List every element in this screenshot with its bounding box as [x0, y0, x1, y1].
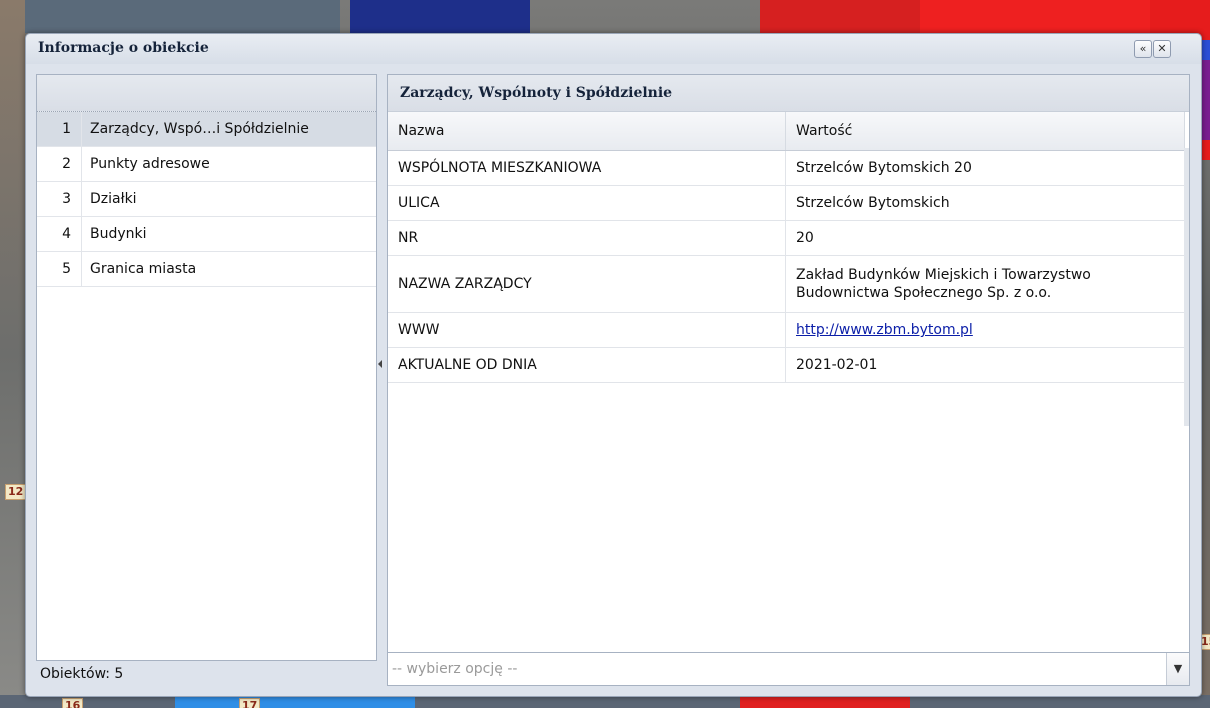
map-label-left: 12 — [5, 484, 27, 500]
map-label-bottom-mid: 17 — [239, 698, 261, 708]
cell-name: NAZWA ZARZĄDCY — [388, 255, 786, 313]
splitter-collapse-handle[interactable] — [378, 354, 384, 374]
option-select-placeholder: -- wybierz opcję -- — [392, 661, 518, 677]
layer-item-dzialki[interactable]: 3 Działki — [37, 182, 376, 217]
layer-item-zarzadcy[interactable]: 1 Zarządcy, Wspó…i Spółdzielnie — [37, 112, 376, 147]
table-row: ULICA Strzelców Bytomskich — [388, 185, 1185, 221]
layer-item-number: 4 — [62, 226, 71, 242]
table-row: NAZWA ZARZĄDCY Zakład Budynków Miejskich… — [388, 255, 1185, 313]
table-row: WWW http://www.zbm.bytom.pl — [388, 312, 1185, 348]
layers-list: 1 Zarządcy, Wspó…i Spółdzielnie 2 Punkty… — [37, 112, 376, 287]
cell-name: WSPÓLNOTA MIESZKANIOWA — [388, 150, 786, 186]
cell-value: Strzelców Bytomskich 20 — [785, 150, 1185, 186]
layer-item-label: Granica miasta — [90, 261, 197, 277]
layer-item-number: 3 — [62, 191, 71, 207]
close-icon[interactable]: ✕ — [1153, 40, 1171, 58]
layer-item-budynki[interactable]: 4 Budynki — [37, 217, 376, 252]
layer-item-label: Działki — [90, 191, 137, 207]
website-link[interactable]: http://www.zbm.bytom.pl — [796, 322, 973, 338]
column-header-value[interactable]: Wartość — [785, 112, 1185, 151]
layers-list-header — [37, 75, 376, 112]
layer-item-number: 1 — [62, 121, 71, 137]
objects-count: Obiektów: 5 — [40, 666, 124, 682]
cell-value: 20 — [785, 220, 1185, 256]
table-row: AKTUALNE OD DNIA 2021-02-01 — [388, 347, 1185, 383]
layer-item-granica-miasta[interactable]: 5 Granica miasta — [37, 252, 376, 287]
collapse-icon[interactable]: « — [1134, 40, 1152, 58]
attributes-panel-title: Zarządcy, Wspólnoty i Spółdzielnie — [388, 75, 1189, 112]
cell-name: ULICA — [388, 185, 786, 221]
attributes-panel: Zarządcy, Wspólnoty i Spółdzielnie Nazwa… — [387, 74, 1190, 653]
cell-name: NR — [388, 220, 786, 256]
table-row: WSPÓLNOTA MIESZKANIOWA Strzelców Bytomsk… — [388, 150, 1185, 186]
table-scrollbar[interactable] — [1184, 148, 1189, 426]
layer-item-number: 5 — [62, 261, 71, 277]
chevron-down-icon[interactable]: ▼ — [1166, 653, 1189, 685]
layer-item-label: Punkty adresowe — [90, 156, 210, 172]
column-header-name[interactable]: Nazwa — [388, 112, 786, 151]
cell-name: WWW — [388, 312, 786, 348]
attributes-table: Nazwa Wartość WSPÓLNOTA MIESZKANIOWA Str… — [388, 112, 1185, 383]
layer-item-label: Zarządcy, Wspó…i Spółdzielnie — [90, 121, 309, 137]
cell-value: Strzelców Bytomskich — [785, 185, 1185, 221]
cell-value: Zakład Budynków Miejskich i Towarzystwo … — [785, 255, 1185, 313]
layer-item-number: 2 — [62, 156, 71, 172]
object-info-window: Informacje o obiekcie « ✕ 1 Zarządcy, Ws… — [25, 33, 1202, 697]
window-header[interactable]: Informacje o obiekcie « ✕ — [26, 34, 1201, 64]
table-row: NR 20 — [388, 220, 1185, 256]
cell-value: http://www.zbm.bytom.pl — [785, 312, 1185, 348]
layers-list-panel: 1 Zarządcy, Wspó…i Spółdzielnie 2 Punkty… — [36, 74, 377, 661]
window-title: Informacje o obiekcie — [38, 40, 209, 56]
layer-item-label: Budynki — [90, 226, 147, 242]
option-select[interactable]: -- wybierz opcję -- ▼ — [387, 652, 1190, 686]
map-label-bottom-left: 16 — [62, 698, 84, 708]
cell-name: AKTUALNE OD DNIA — [388, 347, 786, 383]
layer-item-punkty-adresowe[interactable]: 2 Punkty adresowe — [37, 147, 376, 182]
cell-value: 2021-02-01 — [785, 347, 1185, 383]
